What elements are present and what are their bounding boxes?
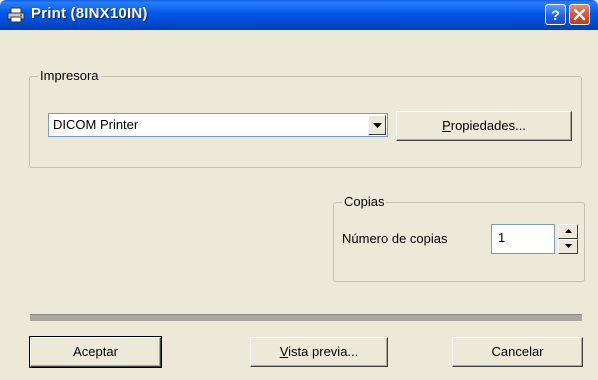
- copies-count-label: Número de copias: [342, 231, 448, 246]
- copies-group-label: Copias: [342, 194, 387, 210]
- copies-count-value: 1: [498, 230, 506, 245]
- accept-label: Aceptar: [73, 344, 118, 359]
- preview-mnemonic: V: [279, 344, 289, 359]
- chevron-up-icon: [565, 229, 572, 233]
- properties-button[interactable]: Propiedades...: [396, 111, 572, 141]
- dropdown-button[interactable]: [368, 115, 386, 135]
- preview-button[interactable]: Vista previa...: [250, 337, 388, 367]
- help-icon: ?: [551, 8, 560, 21]
- properties-label: ropiedades...: [450, 118, 526, 133]
- chevron-down-icon: [373, 123, 382, 128]
- svg-text:?: ?: [551, 8, 560, 21]
- chevron-down-icon: [565, 244, 572, 248]
- cancel-label: Cancelar: [491, 344, 544, 359]
- properties-mnemonic: P: [442, 118, 451, 133]
- help-button[interactable]: ?: [545, 4, 566, 25]
- close-icon: [573, 8, 586, 21]
- printer-group-label: Impresora: [38, 68, 101, 84]
- printer-select[interactable]: DICOM Printer: [48, 113, 388, 137]
- preview-label: ista previa...: [288, 344, 359, 359]
- printer-icon: [7, 7, 25, 23]
- title-bar[interactable]: Print (8INX10IN) ?: [0, 0, 598, 30]
- cancel-button[interactable]: Cancelar: [452, 337, 583, 367]
- copies-count-input[interactable]: 1: [491, 224, 555, 254]
- accept-button[interactable]: Aceptar: [29, 336, 162, 368]
- close-button[interactable]: [569, 4, 590, 25]
- copies-decrement-button[interactable]: [558, 239, 578, 254]
- selected-printer: DICOM Printer: [53, 117, 139, 132]
- copies-increment-button[interactable]: [558, 224, 578, 239]
- window-title: Print (8INX10IN): [31, 5, 148, 22]
- separator: [30, 314, 582, 321]
